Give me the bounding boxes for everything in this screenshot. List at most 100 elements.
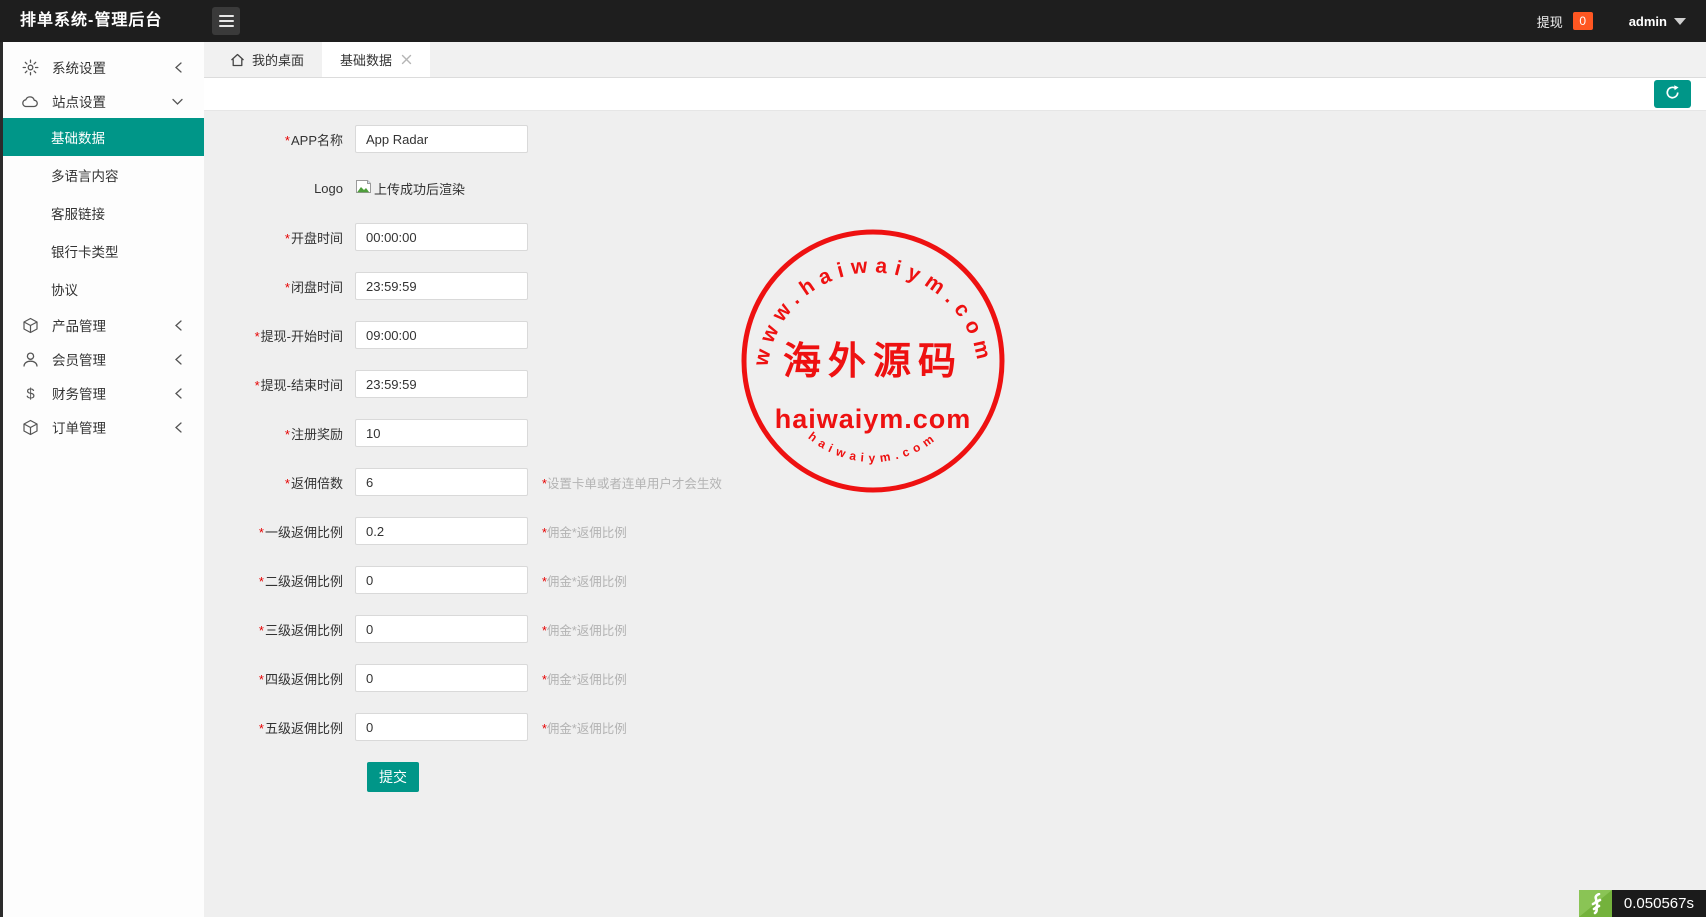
- tab-my-desktop[interactable]: 我的桌面: [212, 42, 322, 77]
- field-label-register-reward: *注册奖励: [204, 424, 355, 443]
- sidebar-subitem-multilingual-content[interactable]: 多语言内容: [3, 156, 204, 194]
- sidebar-subitem-customer-service-links[interactable]: 客服链接: [3, 194, 204, 232]
- field-label-logo: Logo: [204, 181, 355, 196]
- request-time: 0.050567s: [1612, 890, 1706, 917]
- debug-bar: 0.050567s: [1579, 890, 1706, 917]
- field-label-close-time: *闭盘时间: [204, 277, 355, 296]
- sidebar-item-order-management[interactable]: 订单管理: [3, 410, 204, 444]
- tab-bar: 我的桌面 基础数据: [204, 42, 1706, 78]
- app-title: 排单系统-管理后台: [20, 0, 162, 42]
- field-hint-rebate-level-1: *佣金*返佣比例: [542, 522, 627, 541]
- sidebar-item-finance-management[interactable]: $ 财务管理: [3, 376, 204, 410]
- hamburger-menu-icon[interactable]: [212, 7, 240, 35]
- sidebar-subitem-label: 基础数据: [51, 127, 105, 147]
- form-row-logo: Logo 上传成功后渲染: [204, 174, 1706, 202]
- thinkphp-logo-icon[interactable]: [1579, 890, 1612, 917]
- basic-data-form: *APP名称 Logo 上传成功后渲染 *开盘时间 *闭盘时间 *提现-开始时间…: [204, 125, 1706, 741]
- sidebar-subitem-label: 客服链接: [51, 203, 105, 223]
- form-row-rebate-level-3: *三级返佣比例 *佣金*返佣比例: [204, 615, 1706, 643]
- field-label-withdraw-start-time: *提现-开始时间: [204, 326, 355, 345]
- field-label-rebate-level-5: *五级返佣比例: [204, 718, 355, 737]
- caret-down-icon: [1674, 18, 1686, 25]
- svg-text:$: $: [26, 385, 35, 402]
- form-row-rebate-level-2: *二级返佣比例 *佣金*返佣比例: [204, 566, 1706, 594]
- field-label-app-name: *APP名称: [204, 130, 355, 149]
- sidebar-item-label: 会员管理: [52, 349, 106, 369]
- field-input-rebate-level-5[interactable]: [355, 713, 528, 741]
- user-icon: [21, 350, 39, 368]
- submit-button[interactable]: 提交: [367, 762, 419, 792]
- sidebar-subitem-label: 协议: [51, 279, 78, 299]
- chevron-left-icon: [173, 353, 184, 366]
- form-row-close-time: *闭盘时间: [204, 272, 1706, 300]
- field-input-rebate-level-2[interactable]: [355, 566, 528, 594]
- field-input-withdraw-start-time[interactable]: [355, 321, 528, 349]
- tab-basic-data[interactable]: 基础数据: [322, 42, 430, 77]
- field-hint-rebate-level-3: *佣金*返佣比例: [542, 620, 627, 639]
- field-hint-rebate-level-2: *佣金*返佣比例: [542, 571, 627, 590]
- field-input-withdraw-end-time[interactable]: [355, 370, 528, 398]
- field-label-rebate-level-4: *四级返佣比例: [204, 669, 355, 688]
- sidebar-item-product-management[interactable]: 产品管理: [3, 308, 204, 342]
- gear-icon: [21, 58, 39, 76]
- field-input-rebate-level-1[interactable]: [355, 517, 528, 545]
- sidebar-item-label: 财务管理: [52, 383, 106, 403]
- chevron-left-icon: [173, 421, 184, 434]
- user-menu[interactable]: admin: [1629, 14, 1686, 29]
- home-icon: [230, 53, 245, 67]
- form-row-rebate-multiple: *返佣倍数 *设置卡单或者连单用户才会生效: [204, 468, 1706, 496]
- tab-label: 我的桌面: [252, 50, 304, 69]
- form-row-rebate-level-5: *五级返佣比例 *佣金*返佣比例: [204, 713, 1706, 741]
- withdraw-count-badge[interactable]: 0: [1573, 12, 1593, 30]
- sidebar-subitem-basic-data[interactable]: 基础数据: [3, 118, 204, 156]
- form-row-app-name: *APP名称: [204, 125, 1706, 153]
- field-label-withdraw-end-time: *提现-结束时间: [204, 375, 355, 394]
- sidebar-subitem-agreement[interactable]: 协议: [3, 270, 204, 308]
- form-row-rebate-level-1: *一级返佣比例 *佣金*返佣比例: [204, 517, 1706, 545]
- cube-icon: [21, 418, 39, 436]
- sidebar-item-label: 系统设置: [52, 57, 106, 77]
- chevron-left-icon: [173, 319, 184, 332]
- field-input-rebate-multiple[interactable]: [355, 468, 528, 496]
- chevron-left-icon: [173, 61, 184, 74]
- close-icon[interactable]: [401, 54, 412, 65]
- broken-image-icon: [355, 179, 372, 197]
- chevron-down-icon: [171, 96, 184, 107]
- submit-row: 提交: [367, 762, 1706, 792]
- field-input-rebate-level-3[interactable]: [355, 615, 528, 643]
- field-label-rebate-level-2: *二级返佣比例: [204, 571, 355, 590]
- toolbar: [204, 78, 1706, 111]
- field-label-open-time: *开盘时间: [204, 228, 355, 247]
- tab-label: 基础数据: [340, 50, 392, 69]
- chevron-left-icon: [173, 387, 184, 400]
- dollar-icon: $: [21, 384, 39, 402]
- sidebar-item-system-settings[interactable]: 系统设置: [3, 50, 204, 84]
- field-input-rebate-level-4[interactable]: [355, 664, 528, 692]
- field-input-open-time[interactable]: [355, 223, 528, 251]
- field-hint-rebate-level-5: *佣金*返佣比例: [542, 718, 627, 737]
- field-label-rebate-multiple: *返佣倍数: [204, 473, 355, 492]
- field-label-rebate-level-1: *一级返佣比例: [204, 522, 355, 541]
- main-area: 我的桌面 基础数据 *APP名称 Logo 上传成功后渲染 *开盘时间 *闭盘时…: [204, 42, 1706, 917]
- field-input-register-reward[interactable]: [355, 419, 528, 447]
- sidebar-subitem-label: 多语言内容: [51, 165, 119, 185]
- username: admin: [1629, 14, 1667, 29]
- withdraw-link[interactable]: 提现: [1537, 12, 1563, 31]
- refresh-button[interactable]: [1654, 80, 1691, 108]
- form-row-rebate-level-4: *四级返佣比例 *佣金*返佣比例: [204, 664, 1706, 692]
- refresh-icon: [1664, 84, 1681, 104]
- cloud-icon: [21, 92, 39, 110]
- broken-image-alt-text: 上传成功后渲染: [374, 179, 465, 198]
- sidebar-item-site-settings[interactable]: 站点设置: [3, 84, 204, 118]
- field-input-app-name[interactable]: [355, 125, 528, 153]
- form-row-withdraw-end-time: *提现-结束时间: [204, 370, 1706, 398]
- sidebar-item-member-management[interactable]: 会员管理: [3, 342, 204, 376]
- field-hint-rebate-level-4: *佣金*返佣比例: [542, 669, 627, 688]
- field-input-close-time[interactable]: [355, 272, 528, 300]
- form-row-open-time: *开盘时间: [204, 223, 1706, 251]
- sidebar-subitem-bank-card-types[interactable]: 银行卡类型: [3, 232, 204, 270]
- logo-broken-image: 上传成功后渲染: [355, 179, 465, 198]
- sidebar-item-label: 订单管理: [52, 417, 106, 437]
- sidebar-item-label: 站点设置: [52, 91, 106, 111]
- sidebar-subitem-label: 银行卡类型: [51, 241, 119, 261]
